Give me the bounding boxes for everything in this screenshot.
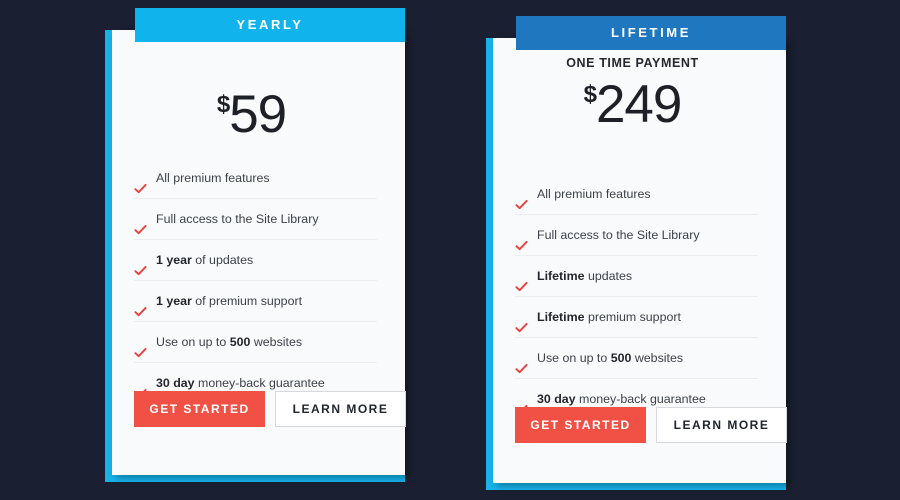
feature-item: 1 year of premium support	[134, 281, 377, 322]
price-value: $249	[486, 78, 779, 131]
feature-text: Use on up to	[156, 335, 230, 349]
price-subtitle	[105, 66, 398, 82]
feature-item: Lifetime updates	[515, 256, 758, 297]
price-value: $59	[105, 88, 398, 141]
feature-text: money-back guarantee	[194, 376, 325, 390]
check-icon	[134, 254, 147, 276]
check-icon	[515, 311, 528, 333]
get-started-button[interactable]: GET STARTED	[134, 391, 265, 427]
feature-highlight: 30 day	[537, 392, 576, 406]
feature-item: Full access to the Site Library	[134, 199, 377, 240]
price-subtitle: ONE TIME PAYMENT	[566, 56, 699, 70]
card-actions: GET STARTED LEARN MORE	[515, 407, 787, 443]
feature-text: updates	[584, 269, 633, 283]
feature-text-after: websites	[631, 351, 684, 365]
check-icon	[515, 270, 528, 292]
feature-item: Use on up to 500 websites	[515, 338, 758, 379]
learn-more-button[interactable]: LEARN MORE	[656, 407, 787, 443]
feature-highlight: 500	[229, 335, 251, 349]
feature-highlight: Lifetime	[537, 269, 585, 283]
feature-highlight: 30 day	[156, 376, 195, 390]
price-block: ONE TIME PAYMENT $249	[486, 56, 779, 131]
check-icon	[515, 229, 528, 251]
feature-item: All premium features	[515, 174, 758, 215]
feature-item: Use on up to 500 websites	[134, 322, 377, 363]
feature-item: 1 year of updates	[134, 240, 377, 281]
feature-highlight: 500	[610, 351, 632, 365]
feature-text: Full access to the Site Library	[537, 228, 700, 242]
currency-symbol: $	[216, 91, 230, 118]
currency-symbol: $	[583, 81, 597, 108]
check-icon	[134, 377, 147, 399]
feature-text: Use on up to	[537, 351, 611, 365]
feature-item: Full access to the Site Library	[515, 215, 758, 256]
feature-item: Lifetime premium support	[515, 297, 758, 338]
check-icon	[515, 352, 528, 374]
feature-text: Full access to the Site Library	[156, 212, 319, 226]
feature-text: of premium support	[191, 294, 303, 308]
feature-item: All premium features	[134, 158, 377, 199]
check-icon	[134, 213, 147, 235]
feature-list: All premium features Full access to the …	[515, 174, 758, 419]
feature-highlight: 1 year	[156, 294, 192, 308]
plan-ribbon-lifetime: LIFETIME	[516, 16, 786, 50]
check-icon	[134, 172, 147, 194]
feature-highlight: Lifetime	[537, 310, 585, 324]
feature-text: premium support	[584, 310, 681, 324]
plan-ribbon-yearly: YEARLY	[135, 8, 405, 42]
feature-list: All premium features Full access to the …	[134, 158, 377, 403]
get-started-button[interactable]: GET STARTED	[515, 407, 646, 443]
check-icon	[134, 295, 147, 317]
price-amount: 249	[595, 75, 682, 134]
feature-text-after: websites	[250, 335, 303, 349]
learn-more-button[interactable]: LEARN MORE	[275, 391, 406, 427]
check-icon	[134, 336, 147, 358]
feature-text: All premium features	[156, 171, 270, 185]
pricing-table: YEARLY $59 All premium features Full acc…	[0, 0, 900, 500]
price-block: $59	[105, 66, 398, 141]
card-actions: GET STARTED LEARN MORE	[134, 391, 406, 427]
feature-text: money-back guarantee	[575, 392, 706, 406]
feature-text: All premium features	[537, 187, 651, 201]
price-amount: 59	[229, 85, 287, 144]
feature-text: of updates	[191, 253, 254, 267]
check-icon	[515, 188, 528, 210]
check-icon	[515, 393, 528, 415]
feature-highlight: 1 year	[156, 253, 192, 267]
